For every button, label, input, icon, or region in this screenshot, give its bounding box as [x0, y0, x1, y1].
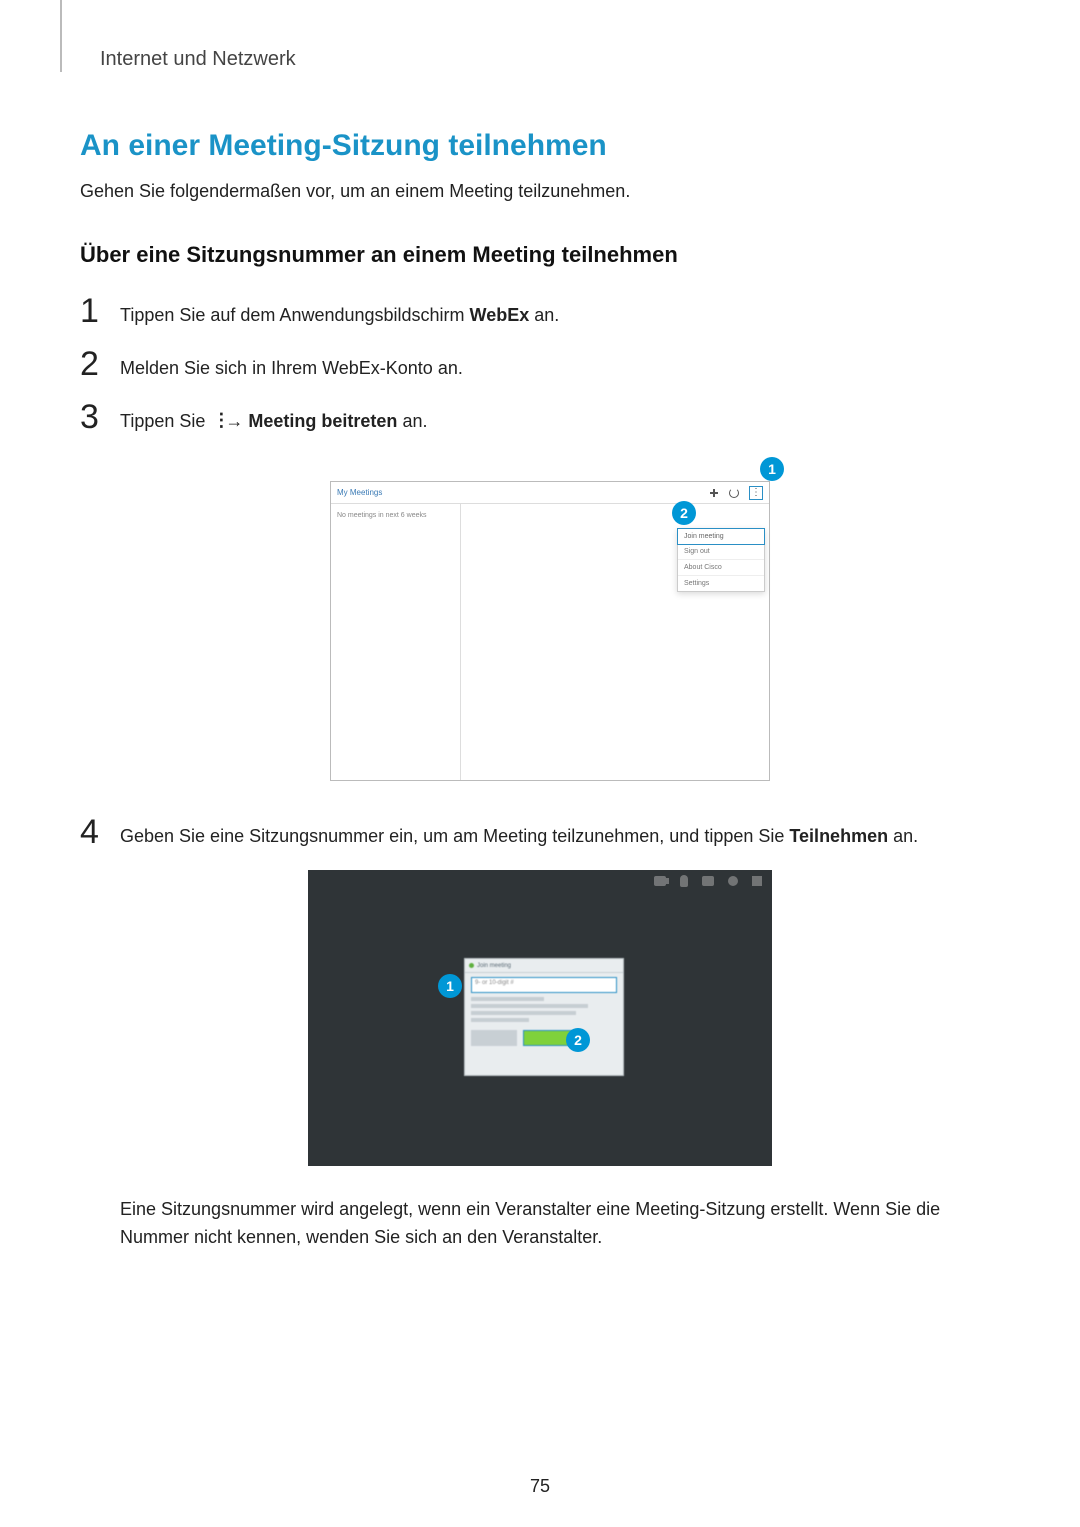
cancel-button[interactable]: [471, 1030, 517, 1046]
callout-1: 1: [438, 974, 462, 998]
fig2-dialog-text: [465, 995, 623, 1027]
exit-icon[interactable]: [752, 876, 762, 886]
text-fragment: an.: [529, 305, 559, 325]
figure-1-wrap: 1 My Meetings ⋮ No meetings in next 6 we…: [80, 455, 1000, 785]
callout-2: 2: [672, 501, 696, 525]
chapter-title: Internet und Netzwerk: [100, 48, 1000, 71]
step-number: 3: [80, 400, 120, 434]
fig1-sidebar: No meetings in next 6 weeks: [331, 504, 461, 780]
section-title: An einer Meeting-Sitzung teilnehmen: [80, 129, 1000, 163]
kebab-icon: [212, 413, 218, 431]
step-number: 1: [80, 294, 120, 328]
camera-icon[interactable]: [654, 876, 666, 886]
microphone-icon[interactable]: [680, 875, 688, 887]
fig1-empty-text: No meetings in next 6 weeks: [337, 512, 427, 519]
text-line: [471, 1018, 529, 1022]
section-intro: Gehen Sie folgendermaßen vor, um an eine…: [80, 181, 1000, 202]
session-number-input[interactable]: 9- or 10-digit #: [471, 977, 617, 993]
menu-item-signout[interactable]: Sign out: [678, 544, 764, 560]
text-fragment: Tippen Sie auf dem Anwendungsbildschirm: [120, 305, 470, 325]
step-4: 4 Geben Sie eine Sitzungsnummer ein, um …: [80, 815, 1000, 850]
gear-icon[interactable]: [728, 876, 738, 886]
fig1-topbar: My Meetings ⋮: [331, 482, 769, 504]
step-text: Tippen Sie → Meeting beitreten an.: [120, 400, 427, 435]
fig2-button-row: [465, 1027, 623, 1046]
figure-2: Join meeting 9- or 10-digit # 1 2: [308, 870, 772, 1166]
step-2: 2 Melden Sie sich in Ihrem WebEx-Konto a…: [80, 347, 1000, 382]
menu-item-join[interactable]: Join meeting: [677, 528, 765, 545]
fig2-dialog: Join meeting 9- or 10-digit #: [464, 958, 624, 1076]
page-number: 75: [0, 1476, 1080, 1497]
text-fragment: an.: [397, 411, 427, 431]
figure-2-wrap: Join meeting 9- or 10-digit # 1 2: [80, 870, 1000, 1166]
status-dot-icon: [469, 963, 474, 968]
text-bold: Meeting beitreten: [248, 411, 397, 431]
text-fragment: Tippen Sie: [120, 411, 210, 431]
fig2-topbar: [308, 870, 772, 892]
participants-icon[interactable]: [702, 876, 714, 886]
step-text: Tippen Sie auf dem Anwendungsbildschirm …: [120, 294, 559, 329]
fig2-dialog-title: Join meeting: [477, 963, 511, 969]
menu-item-about[interactable]: About Cisco: [678, 560, 764, 576]
step-text: Geben Sie eine Sitzungsnummer ein, um am…: [120, 815, 918, 850]
text-fragment: Geben Sie eine Sitzungsnummer ein, um am…: [120, 826, 789, 846]
text-bold: WebEx: [470, 305, 530, 325]
header-rule: [60, 0, 62, 72]
fig2-dialog-header: Join meeting: [465, 959, 623, 973]
page: Internet und Netzwerk An einer Meeting-S…: [0, 0, 1080, 1252]
fig1-toolbar-icons: ⋮: [709, 486, 763, 500]
refresh-icon[interactable]: [729, 488, 739, 498]
plus-icon[interactable]: [709, 488, 719, 498]
text-line: [471, 997, 544, 1001]
fig1-screen: My Meetings ⋮ No meetings in next 6 week…: [330, 481, 770, 781]
subsection-heading: Über eine Sitzungsnummer an einem Meetin…: [80, 242, 1000, 268]
fig1-title: My Meetings: [337, 488, 382, 497]
step-3: 3 Tippen Sie → Meeting beitreten an.: [80, 400, 1000, 435]
step-text: Melden Sie sich in Ihrem WebEx-Konto an.: [120, 347, 463, 382]
text-line: [471, 1004, 588, 1008]
callout-1: 1: [760, 457, 784, 481]
figure-1: 1 My Meetings ⋮ No meetings in next 6 we…: [300, 455, 780, 785]
menu-item-settings[interactable]: Settings: [678, 576, 764, 591]
text-line: [471, 1011, 576, 1015]
text-fragment: an.: [888, 826, 918, 846]
note-text: Eine Sitzungsnummer wird angelegt, wenn …: [120, 1196, 1000, 1252]
step-1: 1 Tippen Sie auf dem Anwendungsbildschir…: [80, 294, 1000, 329]
kebab-menu-icon[interactable]: ⋮: [749, 486, 763, 500]
text-bold: Teilnehmen: [789, 826, 888, 846]
step-number: 2: [80, 347, 120, 381]
fig1-dropdown-menu: Join meeting Sign out About Cisco Settin…: [677, 528, 765, 592]
callout-2: 2: [566, 1028, 590, 1052]
step-number: 4: [80, 815, 120, 849]
